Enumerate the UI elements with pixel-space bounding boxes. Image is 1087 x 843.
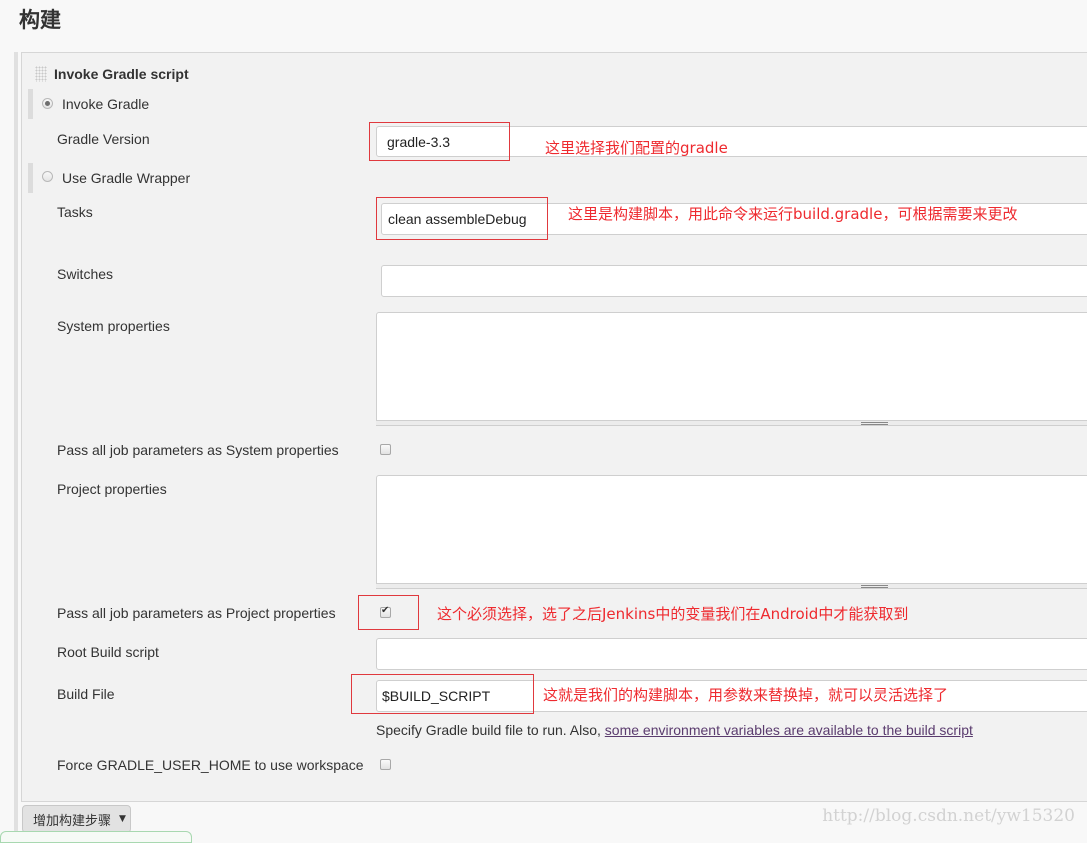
- annotation-box-pass-project: [358, 595, 419, 630]
- add-build-step-label: 增加构建步骤: [33, 813, 112, 829]
- project-properties-textarea[interactable]: [376, 475, 1087, 584]
- system-properties-label: System properties: [57, 318, 170, 334]
- force-gradle-user-home-label: Force GRADLE_USER_HOME to use workspace: [57, 757, 364, 773]
- resize-grip-icon: [861, 422, 888, 425]
- pass-system-properties-checkbox[interactable]: [380, 444, 391, 455]
- build-file-label: Build File: [57, 686, 115, 702]
- add-build-step-button[interactable]: 增加构建步骤 ▼: [22, 805, 131, 833]
- project-properties-label: Project properties: [57, 481, 167, 497]
- root-build-script-label: Root Build script: [57, 644, 159, 660]
- annotation-box-gradle-version: [369, 122, 510, 161]
- build-file-help: Specify Gradle build file to run. Also, …: [376, 722, 973, 738]
- annotation-box-tasks: [376, 197, 548, 240]
- watermark: http://blog.csdn.net/yw15320: [822, 806, 1075, 826]
- system-properties-textarea[interactable]: [376, 312, 1087, 421]
- annotation-box-build-file: [351, 674, 534, 714]
- caret-down-icon: ▼: [119, 814, 126, 824]
- project-properties-resize-handle[interactable]: [376, 583, 1087, 589]
- switches-label: Switches: [57, 266, 114, 282]
- tasks-label: Tasks: [57, 204, 93, 220]
- invoke-gradle-label: Invoke Gradle: [62, 96, 150, 112]
- build-step-title: Invoke Gradle script: [54, 66, 189, 82]
- bottom-panel-edge: [0, 831, 192, 843]
- annotation-tasks: 这里是构建脚本，用此命令来运行build.gradle，可根据需要来更改: [568, 205, 1018, 223]
- system-properties-resize-handle[interactable]: [376, 420, 1087, 426]
- annotation-gradle-version: 这里选择我们配置的gradle: [545, 139, 728, 157]
- use-gradle-wrapper-radio[interactable]: [42, 171, 53, 182]
- gradle-version-label: Gradle Version: [57, 131, 150, 147]
- environment-variables-link[interactable]: some environment variables are available…: [605, 722, 973, 738]
- root-build-script-input[interactable]: [376, 638, 1087, 670]
- radio-group-bar: [28, 89, 33, 119]
- pass-project-properties-label: Pass all job parameters as Project prope…: [57, 605, 336, 621]
- force-gradle-user-home-checkbox[interactable]: [380, 759, 391, 770]
- switches-input[interactable]: [381, 265, 1087, 297]
- resize-grip-icon: [861, 585, 888, 588]
- section-left-bar: [14, 52, 18, 837]
- drag-handle-icon[interactable]: [35, 66, 47, 82]
- annotation-build-file: 这就是我们的构建脚本，用参数来替换掉，就可以灵活选择了: [543, 686, 949, 704]
- section-title: 构建: [19, 8, 61, 32]
- use-gradle-wrapper-label: Use Gradle Wrapper: [62, 170, 191, 186]
- annotation-pass-project: 这个必须选择，选了之后Jenkins中的变量我们在Android中才能获取到: [437, 605, 909, 623]
- radio-group-bar: [28, 163, 33, 193]
- pass-system-properties-label: Pass all job parameters as System proper…: [57, 442, 339, 458]
- invoke-gradle-radio[interactable]: [42, 98, 53, 109]
- build-file-help-text: Specify Gradle build file to run. Also,: [376, 722, 605, 738]
